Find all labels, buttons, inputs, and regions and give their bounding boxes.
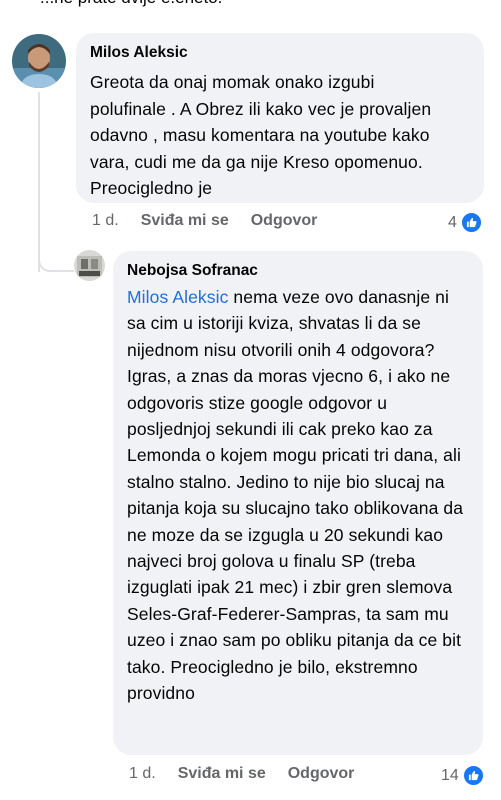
reaction-count: 14 xyxy=(441,766,459,784)
comment-actions: 1 d. Sviđa mi se Odgovor xyxy=(92,212,339,230)
reply-button[interactable]: Odgovor xyxy=(288,765,355,783)
comment-author[interactable]: Nebojsa Sofranac xyxy=(127,262,469,280)
like-icon xyxy=(459,211,483,234)
avatar-photo-icon xyxy=(74,250,105,281)
reaction-summary[interactable]: 14 xyxy=(441,764,485,787)
comment-body: nema veze ovo danasnje ni sa cim u istor… xyxy=(127,287,464,704)
like-button[interactable]: Sviđa mi se xyxy=(178,765,266,783)
reply-thread-curve xyxy=(38,248,74,272)
reaction-summary[interactable]: 4 xyxy=(448,211,483,234)
mention-link[interactable]: Milos Aleksic xyxy=(127,287,228,307)
reply-button[interactable]: Odgovor xyxy=(251,212,318,230)
avatar[interactable] xyxy=(12,34,66,88)
comment-timestamp[interactable]: 1 d. xyxy=(129,765,156,783)
avatar[interactable] xyxy=(74,250,105,281)
comment-text: Greota da onaj momak onako izgubi polufi… xyxy=(90,72,432,198)
reply-thread-line xyxy=(38,92,40,272)
like-button[interactable]: Sviđa mi se xyxy=(141,212,229,230)
comment-actions: 1 d. Sviđa mi se Odgovor xyxy=(129,765,376,783)
comment-timestamp[interactable]: 1 d. xyxy=(92,212,119,230)
comment-bubble: Milos Aleksic Greota da onaj momak onako… xyxy=(76,33,484,203)
avatar-photo-icon xyxy=(12,34,66,88)
like-icon xyxy=(461,764,485,787)
comment-bubble: Nebojsa Sofranac Milos Aleksic nema veze… xyxy=(113,251,483,755)
previous-comment-fragment: ...ne prate dvije e.eneto. xyxy=(40,0,222,8)
comment-author[interactable]: Milos Aleksic xyxy=(90,44,470,62)
comment-text: Milos Aleksic nema veze ovo danasnje ni … xyxy=(127,284,465,707)
reaction-count: 4 xyxy=(448,213,457,231)
